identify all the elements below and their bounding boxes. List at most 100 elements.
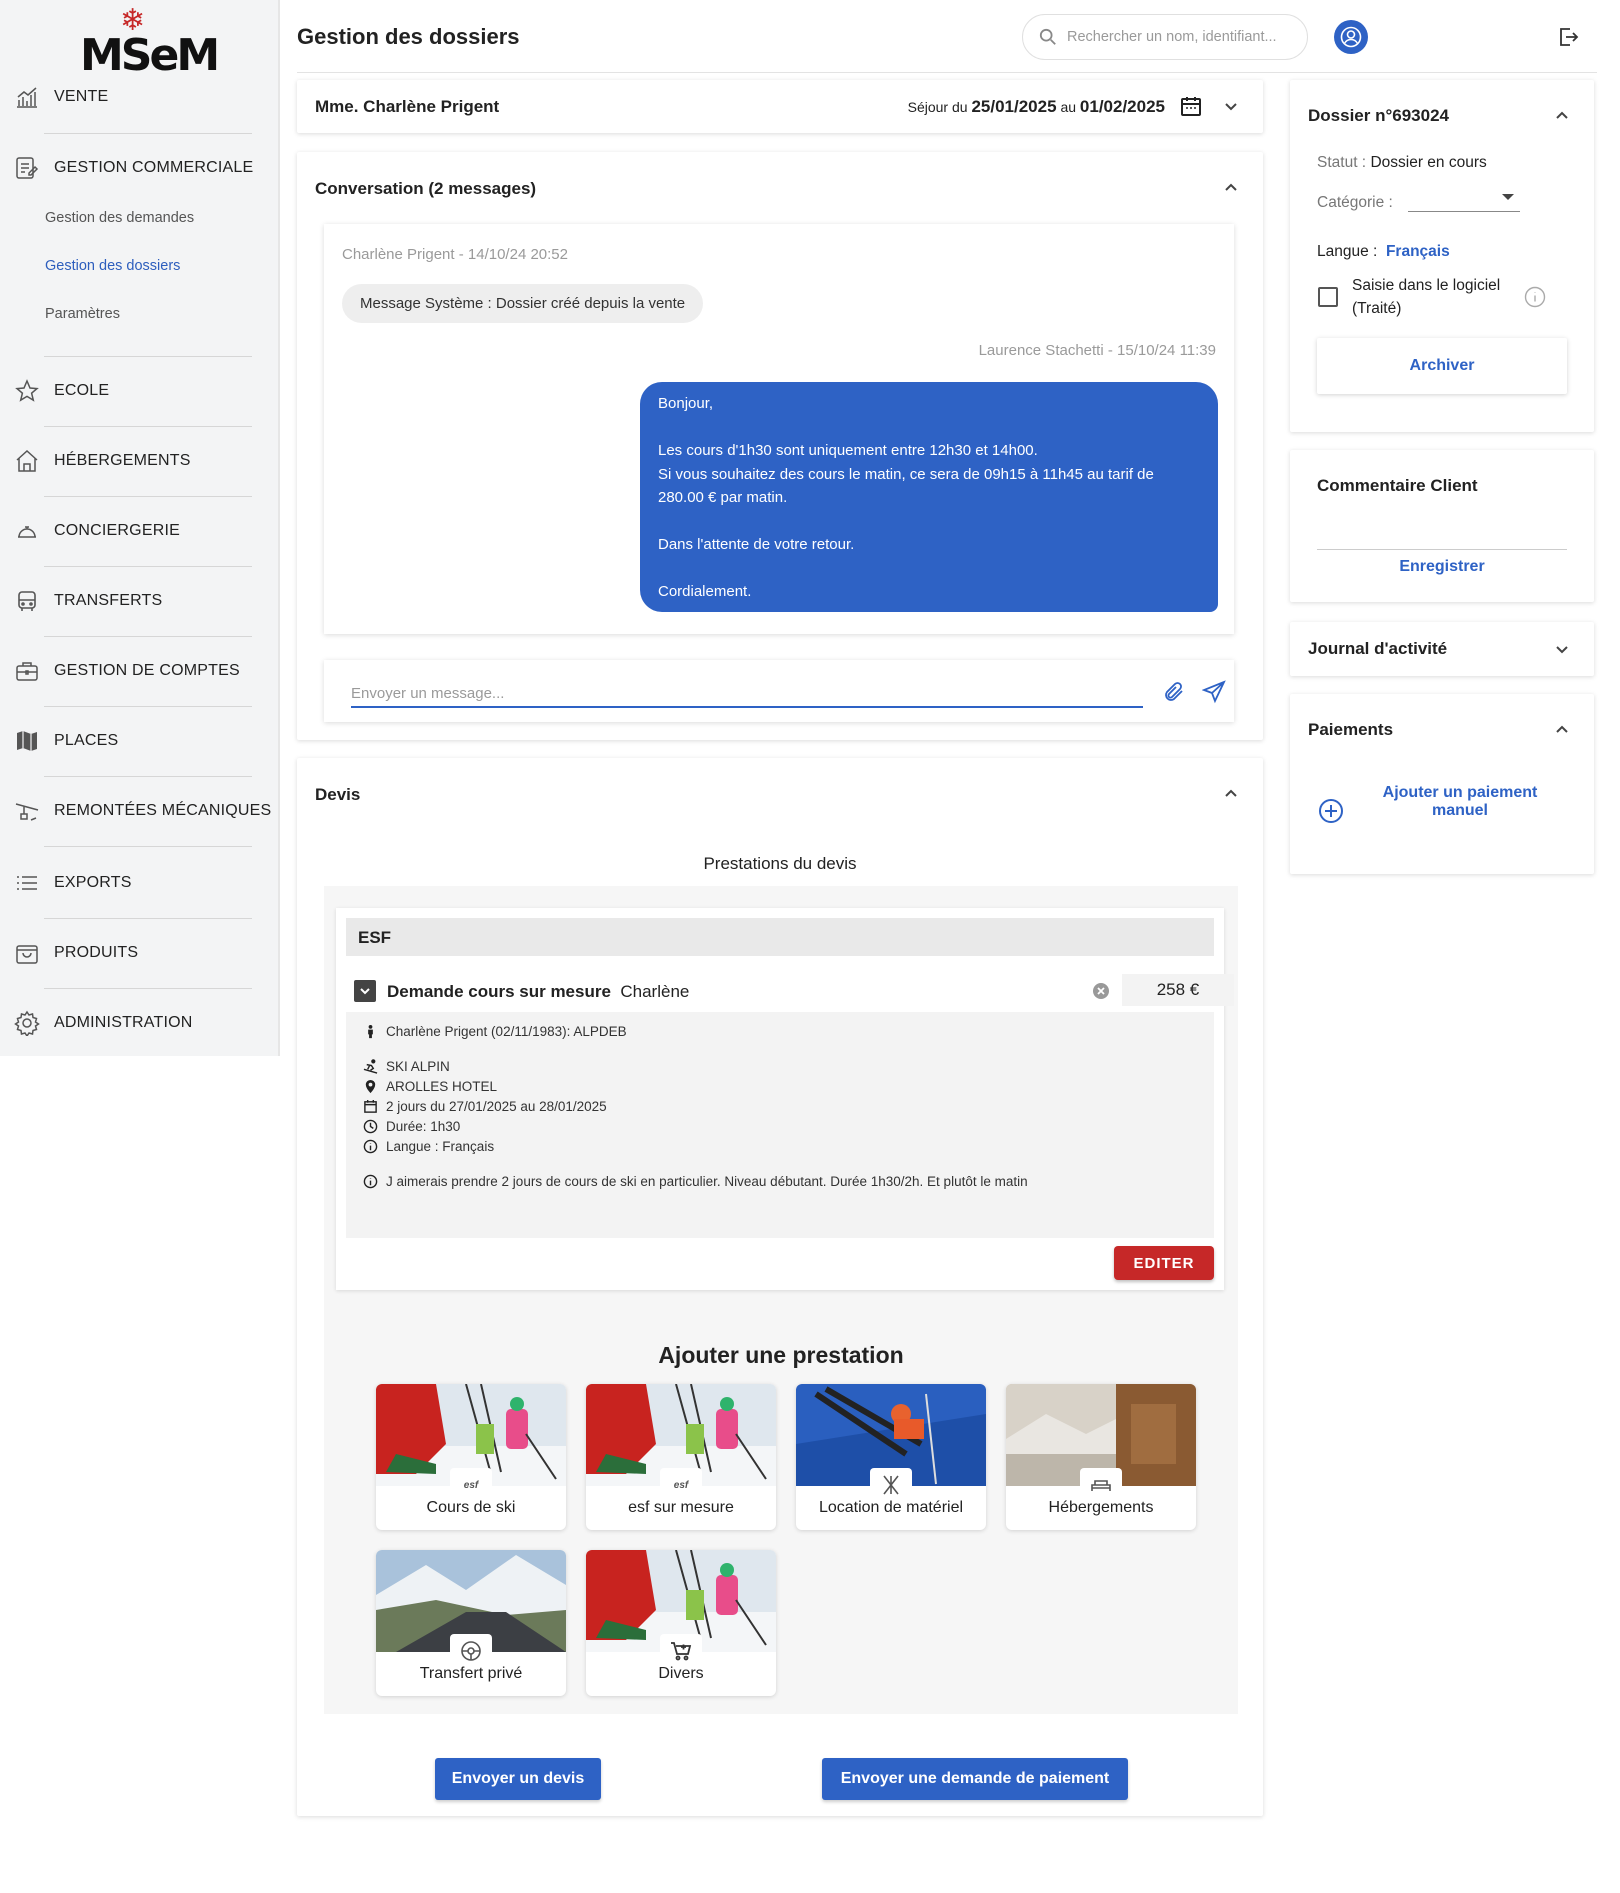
categorie-label: Catégorie : bbox=[1317, 194, 1393, 212]
calendar-icon[interactable] bbox=[1179, 94, 1203, 118]
send-payment-request-button[interactable]: Envoyer une demande de paiement bbox=[822, 1758, 1128, 1800]
sidebar-item-produits[interactable]: PRODUITS bbox=[14, 940, 138, 966]
divider bbox=[44, 356, 252, 357]
sidebar-item-label: GESTION COMMERCIALE bbox=[54, 159, 254, 176]
chevron-down-icon[interactable] bbox=[1552, 639, 1572, 659]
gear-icon bbox=[14, 1010, 40, 1036]
tile-divers[interactable]: Divers bbox=[586, 1550, 776, 1696]
sidebar-item-label: VENTE bbox=[54, 88, 109, 105]
sidebar-subitem-dossiers[interactable]: Gestion des dossiers bbox=[45, 258, 180, 274]
saisie-checkbox[interactable] bbox=[1318, 287, 1338, 307]
sidebar-item-hebergements[interactable]: HÉBERGEMENTS bbox=[14, 448, 191, 474]
logout-icon[interactable] bbox=[1557, 26, 1579, 48]
divider bbox=[44, 496, 252, 497]
langue-field: Langue : Français bbox=[1317, 243, 1450, 261]
star-icon bbox=[14, 378, 40, 404]
sejour-prefix: Séjour du bbox=[907, 99, 968, 115]
tile-location-materiel[interactable]: Location de matériel bbox=[796, 1384, 986, 1530]
message-thread[interactable]: Charlène Prigent - 14/10/24 20:52 Messag… bbox=[324, 224, 1234, 634]
cart-badge bbox=[660, 1634, 702, 1668]
edit-button[interactable]: EDITER bbox=[1114, 1246, 1214, 1280]
chevron-up-icon[interactable] bbox=[1221, 178, 1241, 198]
send-devis-button[interactable]: Envoyer un devis bbox=[435, 1758, 601, 1800]
sidebar-item-exports[interactable]: EXPORTS bbox=[14, 870, 132, 896]
langue-label: Langue : bbox=[1317, 243, 1378, 260]
caret-down-icon bbox=[1502, 194, 1514, 200]
cart-icon bbox=[671, 1642, 692, 1661]
chevron-down-icon[interactable] bbox=[1221, 96, 1241, 116]
sidebar-item-label: ADMINISTRATION bbox=[54, 1014, 193, 1031]
prestation-person: Charlène bbox=[620, 982, 690, 1001]
journal-card[interactable]: Journal d'activité bbox=[1290, 622, 1594, 676]
sidebar-item-conciergerie[interactable]: CONCIERGERIE bbox=[14, 518, 180, 544]
journal-title: Journal d'activité bbox=[1308, 639, 1448, 658]
archive-button[interactable]: Archiver bbox=[1317, 338, 1567, 394]
sidebar-item-remontees[interactable]: REMONTÉES MÉCANIQUES bbox=[14, 798, 271, 824]
info-icon[interactable] bbox=[1524, 286, 1546, 308]
save-comment-button[interactable]: Enregistrer bbox=[1290, 558, 1594, 576]
attachment-icon[interactable] bbox=[1162, 680, 1186, 704]
chart-icon bbox=[14, 84, 40, 110]
sidebar-item-label: REMONTÉES MÉCANIQUES bbox=[54, 802, 272, 819]
steering-badge bbox=[450, 1634, 492, 1668]
tile-cours-de-ski[interactable]: esf Cours de ski bbox=[376, 1384, 566, 1530]
sidebar-item-vente[interactable]: VENTE bbox=[14, 84, 108, 110]
system-message: Message Système : Dossier créé depuis la… bbox=[342, 284, 704, 323]
statut-field: Statut : Dossier en cours bbox=[1317, 154, 1487, 172]
divider bbox=[44, 566, 252, 567]
devis-title: Devis bbox=[315, 785, 361, 804]
comment-card: Commentaire Client Enregistrer bbox=[1290, 450, 1594, 602]
sidebar-item-ecole[interactable]: ECOLE bbox=[14, 378, 109, 404]
chevron-up-icon[interactable] bbox=[1552, 106, 1572, 126]
dossier-card: Dossier n°693024 Statut : Dossier en cou… bbox=[1290, 80, 1594, 432]
sejour-dates: Séjour du 25/01/2025 au 01/02/2025 bbox=[908, 97, 1165, 117]
user-avatar[interactable] bbox=[1334, 20, 1368, 54]
skier-icon bbox=[362, 1059, 378, 1075]
search-input[interactable] bbox=[1067, 29, 1297, 45]
remove-circle-icon[interactable] bbox=[1092, 982, 1110, 1000]
prestation-price[interactable]: 258 € bbox=[1122, 974, 1234, 1006]
chevron-up-icon[interactable] bbox=[1221, 784, 1241, 804]
esf-badge: esf bbox=[450, 1468, 492, 1502]
statut-value: Dossier en cours bbox=[1370, 154, 1487, 171]
pin-icon bbox=[362, 1079, 378, 1095]
sidebar-item-administration[interactable]: ADMINISTRATION bbox=[14, 1010, 193, 1036]
comment-textarea[interactable] bbox=[1317, 510, 1567, 550]
bed-icon bbox=[1091, 1480, 1111, 1491]
paiements-card: Paiements Ajouter un paiement manuel bbox=[1290, 694, 1594, 874]
sidebar-item-gestion-commerciale[interactable]: GESTION COMMERCIALE bbox=[14, 155, 253, 181]
send-icon[interactable] bbox=[1202, 680, 1226, 704]
categorie-select[interactable] bbox=[1408, 186, 1520, 212]
sidebar-item-transferts[interactable]: TRANSFERTS bbox=[14, 588, 162, 614]
detail-text: SKI ALPIN bbox=[386, 1059, 450, 1074]
sidebar-subitem-parametres[interactable]: Paramètres bbox=[45, 306, 120, 322]
collapse-checkbox[interactable] bbox=[354, 980, 376, 1002]
divider bbox=[44, 133, 252, 134]
add-circle-icon[interactable] bbox=[1318, 798, 1344, 824]
divider bbox=[44, 636, 252, 637]
chevron-up-icon[interactable] bbox=[1552, 720, 1572, 740]
langue-value[interactable]: Français bbox=[1386, 243, 1450, 260]
add-manual-payment-button[interactable]: Ajouter un paiement manuel bbox=[1360, 784, 1560, 820]
bed-badge bbox=[1080, 1468, 1122, 1502]
app-logo[interactable]: ❄ MSeM bbox=[80, 6, 220, 82]
tile-transfert-prive[interactable]: Transfert privé bbox=[376, 1550, 566, 1696]
sidebar-item-gestion-comptes[interactable]: GESTION DE COMPTES bbox=[14, 658, 240, 684]
search-bar[interactable] bbox=[1022, 14, 1308, 60]
sidebar-item-places[interactable]: PLACES bbox=[14, 728, 118, 754]
paiements-title: Paiements bbox=[1308, 720, 1394, 739]
tile-esf-sur-mesure[interactable]: esf esf sur mesure bbox=[586, 1384, 776, 1530]
comment-title: Commentaire Client bbox=[1317, 476, 1478, 495]
info-icon bbox=[362, 1174, 378, 1190]
sidebar-subitem-demandes[interactable]: Gestion des demandes bbox=[45, 210, 194, 226]
message-input[interactable] bbox=[351, 680, 1143, 708]
logo-text: MSeM bbox=[80, 30, 220, 81]
tile-label: Location de matériel bbox=[818, 1499, 964, 1516]
prestation-name: Demande cours sur mesure bbox=[387, 982, 611, 1001]
saisie-label: Saisie dans le logiciel (Traité) bbox=[1352, 277, 1501, 317]
compose-box bbox=[324, 660, 1234, 722]
sidebar-item-label: CONCIERGERIE bbox=[54, 522, 180, 539]
calendar-icon bbox=[362, 1099, 378, 1115]
sejour-date-to: 01/02/2025 bbox=[1079, 97, 1165, 116]
tile-hebergements[interactable]: Hébergements bbox=[1006, 1384, 1196, 1530]
